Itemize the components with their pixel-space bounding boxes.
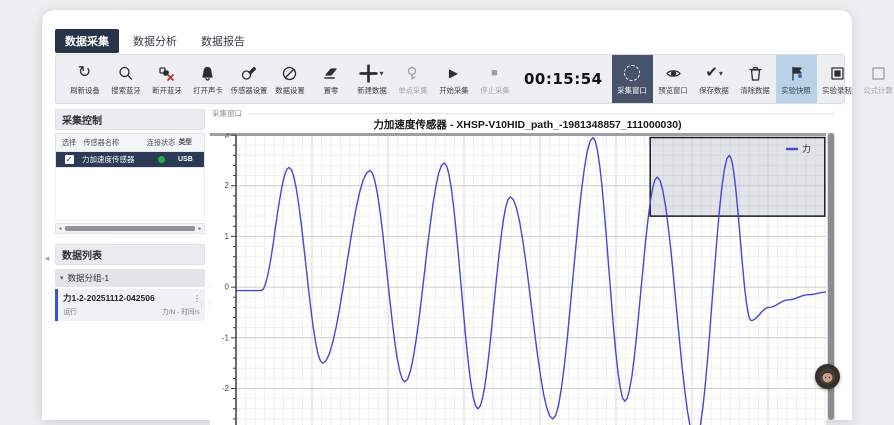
sensor-table: 选择传感器名称连接状态类型 ✓ 力加速度传感器 USB [55, 133, 205, 168]
tab-data-analysis[interactable]: 数据分析 [123, 29, 187, 53]
data-record-item[interactable]: 力1-2-20251112-042506⋮运行力/N - 时间/s [55, 289, 205, 321]
dashed-circle-icon [624, 64, 640, 83]
slash-circle-icon [281, 64, 298, 83]
sensor-name: 力加速度传感器 [82, 154, 144, 165]
column-header: 连接状态 [145, 134, 177, 150]
toolbar-preview-window-button[interactable]: 预览窗口 [653, 55, 694, 103]
chart-title: 力加速度传感器 - XHSP-V10HID_path_-1981348857_1… [210, 117, 845, 132]
chart-plot-area[interactable]: 3210-1-2-0.070 N力 [210, 133, 826, 425]
check-icon: ✔ [705, 64, 718, 83]
assistant-avatar-button[interactable] [815, 364, 840, 389]
toolbar-clear-data-button[interactable]: 清除数据 [735, 55, 776, 103]
svg-text:2: 2 [225, 181, 230, 190]
sensor-table-empty-area [55, 168, 205, 221]
data-group-row[interactable]: ▾数据分组-1 [55, 269, 205, 287]
record-axes: 力/N - 时间/s [162, 307, 200, 317]
record-title: 力1-2-20251112-042506 [63, 292, 155, 304]
sensor-settings-icon [240, 64, 257, 83]
data-list-title: 数据列表 [55, 244, 205, 265]
column-header: 选择 [57, 134, 82, 150]
refresh-icon: ↻ [78, 64, 91, 83]
toolbar-single-point-collect-button: 单点采集 [392, 55, 433, 103]
formula-icon [870, 64, 887, 83]
hscroll-left-arrow-icon[interactable]: ◂ [56, 225, 64, 232]
plus-icon [359, 64, 378, 83]
toolbar-search-bluetooth-button[interactable]: 搜索蓝牙 [105, 55, 146, 103]
sensor-checkbox[interactable]: ✓ [65, 155, 74, 164]
toolbar-new-data-button[interactable]: ▾新建数据 [351, 55, 392, 103]
eye-icon [665, 64, 682, 83]
dropdown-caret-icon[interactable]: ▾ [379, 65, 383, 83]
connection-status-dot [158, 156, 165, 163]
flag-icon [788, 64, 805, 83]
collection-control-title: 采集控制 [55, 109, 205, 130]
svg-text:-2: -2 [222, 384, 230, 393]
toolbar-experiment-record-button[interactable]: 实验录制 [817, 55, 858, 103]
hscroll-thumb[interactable] [65, 226, 195, 231]
bell-icon [199, 64, 216, 83]
toolbar-sensor-settings-button[interactable]: 传感器设置 [228, 55, 269, 103]
toolbar-refresh-device-button[interactable]: ↻刷新设备 [64, 55, 105, 103]
tab-data-report[interactable]: 数据报告 [191, 29, 255, 53]
avatar-face-icon [819, 368, 836, 385]
svg-text:1: 1 [225, 232, 230, 241]
svg-text:3: 3 [225, 133, 230, 140]
data-list-panel: 数据列表 ▾数据分组-1力1-2-20251112-042506⋮运行力/N -… [55, 244, 205, 321]
toolbar-start-collect-button[interactable]: ▶开始采集 [433, 55, 474, 103]
svg-text:力: 力 [802, 143, 811, 154]
eraser-icon [322, 64, 339, 83]
main-toolbar: ↻刷新设备搜索蓝牙断开蓝牙打开声卡传感器设置数据设置置零▾新建数据单点采集▶开始… [55, 54, 845, 104]
search-icon [117, 64, 134, 83]
svg-text:0: 0 [225, 283, 230, 292]
toolbar-formula-calc-button: 公式计算 [858, 55, 894, 103]
tab-bar: 数据采集数据分析数据报告 [55, 29, 255, 53]
record-icon [829, 64, 846, 83]
tab-data-collect[interactable]: 数据采集 [55, 29, 119, 53]
group-expand-caret-icon[interactable]: ▾ [60, 274, 64, 282]
dropdown-caret-icon[interactable]: ▾ [719, 65, 723, 83]
collection-timer: 00:15:54 [524, 70, 603, 88]
toolbar-experiment-snapshot-button[interactable]: 实验快照 [776, 55, 817, 103]
toolbar-collect-window-button[interactable]: 采集窗口 [612, 55, 653, 103]
column-header: 类型 [179, 134, 202, 150]
stop-icon: ■ [491, 64, 498, 83]
touch-icon [404, 64, 421, 83]
sensor-table-hscrollbar[interactable]: ◂ ▸ [55, 223, 205, 234]
record-status: 运行 [63, 307, 76, 317]
hscroll-right-arrow-icon[interactable]: ▸ [196, 225, 204, 232]
chart-panel: 采集窗口 力加速度传感器 - XHSP-V10HID_path_-1981348… [210, 105, 845, 420]
column-header: 传感器名称 [84, 134, 143, 150]
sensor-row[interactable]: ✓ 力加速度传感器 USB [56, 152, 204, 167]
toolbar-data-settings-button[interactable]: 数据设置 [269, 55, 310, 103]
sidebar-collapse-handle[interactable]: ◂ [42, 253, 52, 264]
bluetooth-disconnect-icon [158, 64, 175, 83]
sensor-table-header: 选择传感器名称连接状态类型 [56, 134, 204, 152]
left-sidebar: 采集控制 选择传感器名称连接状态类型 ✓力加速度传感器USB ◂ ▸ 数据列表 … [55, 109, 205, 420]
app-window: 数据采集数据分析数据报告 ↻刷新设备搜索蓝牙断开蓝牙打开声卡传感器设置数据设置置… [42, 10, 852, 420]
svg-text:-1: -1 [222, 333, 230, 342]
trash-icon [747, 64, 764, 83]
divider-line [248, 113, 835, 114]
toolbar-save-data-button[interactable]: ✔▾保存数据 [694, 55, 735, 103]
play-icon: ▶ [449, 64, 458, 83]
toolbar-disconnect-bluetooth-button[interactable]: 断开蓝牙 [146, 55, 187, 103]
toolbar-open-soundcard-button[interactable]: 打开声卡 [187, 55, 228, 103]
sensor-type: USB [178, 156, 202, 163]
panel-splitter[interactable]: ⋮⋮ [202, 291, 209, 319]
toolbar-zero-set-button[interactable]: 置零 [310, 55, 351, 103]
toolbar-stop-collect-button: ■停止采集 [474, 55, 515, 103]
